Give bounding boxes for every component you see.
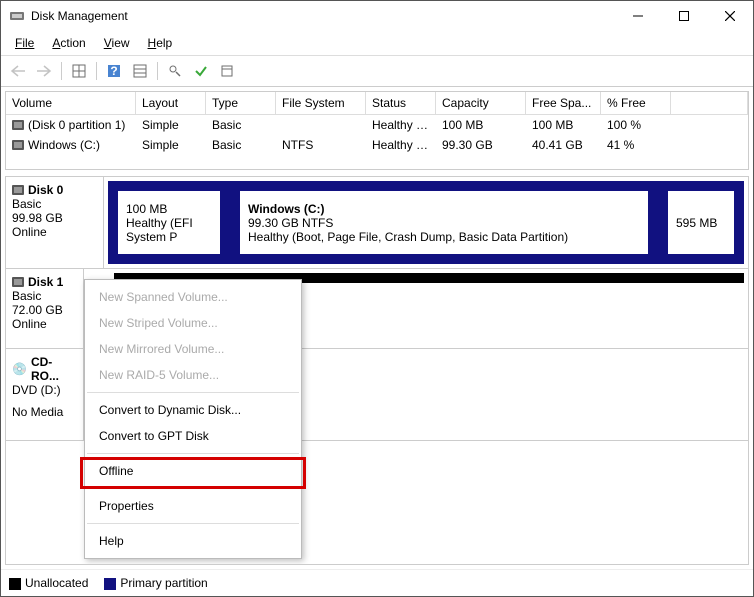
ctx-new-mirrored: New Mirrored Volume... bbox=[85, 336, 301, 362]
toolbar-action-button[interactable] bbox=[164, 60, 186, 82]
disk-map-pane: Disk 0 Basic 99.98 GB Online 100 MB Heal… bbox=[5, 176, 749, 565]
maximize-button[interactable] bbox=[661, 1, 707, 31]
col-layout[interactable]: Layout bbox=[136, 92, 206, 114]
ctx-new-raid5: New RAID-5 Volume... bbox=[85, 362, 301, 388]
app-icon bbox=[9, 8, 25, 24]
menu-action[interactable]: Action bbox=[44, 33, 93, 53]
col-status[interactable]: Status bbox=[366, 92, 436, 114]
ctx-new-striped: New Striped Volume... bbox=[85, 310, 301, 336]
ctx-new-spanned: New Spanned Volume... bbox=[85, 284, 301, 310]
volume-row[interactable]: Windows (C:) Simple Basic NTFS Healthy (… bbox=[6, 135, 748, 155]
legend-unallocated: Unallocated bbox=[9, 576, 88, 590]
help-icon[interactable]: ? bbox=[103, 60, 125, 82]
toolbar-list-button[interactable] bbox=[129, 60, 151, 82]
col-free[interactable]: Free Spa... bbox=[526, 92, 601, 114]
volume-icon bbox=[12, 140, 24, 150]
disk-info[interactable]: 💿CD-RO... DVD (D:) No Media bbox=[6, 349, 84, 440]
disk-icon bbox=[12, 185, 24, 195]
disk-info[interactable]: Disk 1 Basic 72.00 GB Online bbox=[6, 269, 84, 348]
ctx-convert-gpt[interactable]: Convert to GPT Disk bbox=[85, 423, 301, 449]
toolbar: ? bbox=[1, 56, 753, 87]
ctx-convert-dynamic[interactable]: Convert to Dynamic Disk... bbox=[85, 397, 301, 423]
disk-icon bbox=[12, 277, 24, 287]
volume-row[interactable]: (Disk 0 partition 1) Simple Basic Health… bbox=[6, 115, 748, 135]
partition[interactable]: 100 MB Healthy (EFI System P bbox=[108, 181, 230, 264]
menubar: File Action View Help bbox=[1, 31, 753, 56]
col-rest[interactable] bbox=[671, 92, 748, 114]
toolbar-props-button[interactable] bbox=[216, 60, 238, 82]
menu-file[interactable]: File bbox=[7, 33, 42, 53]
volume-icon bbox=[12, 120, 24, 130]
volume-header: Volume Layout Type File System Status Ca… bbox=[6, 92, 748, 115]
back-button bbox=[7, 60, 29, 82]
menu-view[interactable]: View bbox=[96, 33, 138, 53]
disk-row-0: Disk 0 Basic 99.98 GB Online 100 MB Heal… bbox=[6, 177, 748, 269]
partition[interactable]: Windows (C:) 99.30 GB NTFS Healthy (Boot… bbox=[230, 181, 658, 264]
col-capacity[interactable]: Capacity bbox=[436, 92, 526, 114]
col-pctfree[interactable]: % Free bbox=[601, 92, 671, 114]
context-menu: New Spanned Volume... New Striped Volume… bbox=[84, 279, 302, 559]
legend: Unallocated Primary partition bbox=[1, 569, 753, 596]
menu-help[interactable]: Help bbox=[140, 33, 181, 53]
titlebar: Disk Management bbox=[1, 1, 753, 31]
cdrom-icon: 💿 bbox=[12, 362, 27, 376]
ctx-properties[interactable]: Properties bbox=[85, 493, 301, 519]
volume-table: Volume Layout Type File System Status Ca… bbox=[5, 91, 749, 170]
disk-info[interactable]: Disk 0 Basic 99.98 GB Online bbox=[6, 177, 104, 268]
svg-text:?: ? bbox=[110, 64, 117, 78]
col-volume[interactable]: Volume bbox=[6, 92, 136, 114]
ctx-offline[interactable]: Offline bbox=[85, 458, 301, 484]
ctx-help[interactable]: Help bbox=[85, 528, 301, 554]
toolbar-grid-button[interactable] bbox=[68, 60, 90, 82]
window-title: Disk Management bbox=[31, 9, 615, 23]
toolbar-check-button[interactable] bbox=[190, 60, 212, 82]
col-type[interactable]: Type bbox=[206, 92, 276, 114]
legend-primary: Primary partition bbox=[104, 576, 207, 590]
minimize-button[interactable] bbox=[615, 1, 661, 31]
close-button[interactable] bbox=[707, 1, 753, 31]
partition[interactable]: 595 MB bbox=[658, 181, 744, 264]
col-fs[interactable]: File System bbox=[276, 92, 366, 114]
forward-button bbox=[33, 60, 55, 82]
